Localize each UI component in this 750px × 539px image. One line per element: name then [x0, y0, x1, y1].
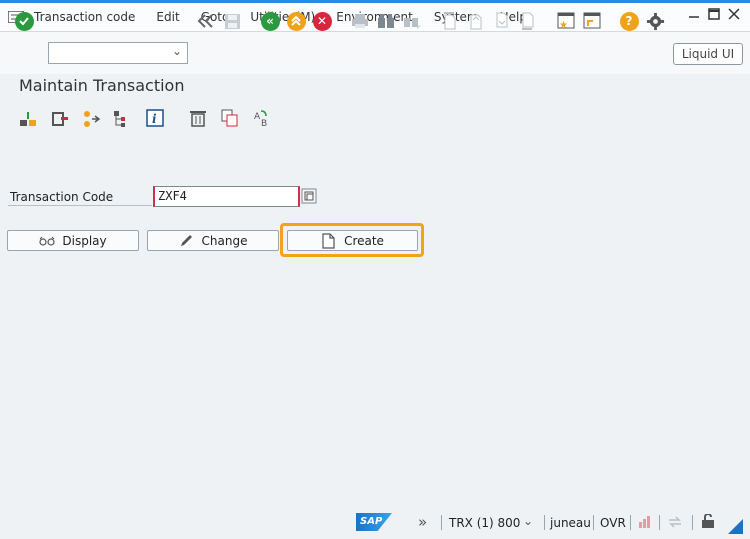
status-separator	[659, 515, 660, 530]
label-underline	[8, 205, 152, 206]
chevron-down-icon[interactable]: ⌄	[523, 514, 533, 528]
status-separator	[593, 515, 594, 530]
status-separator	[544, 515, 545, 530]
liquid-ui-button[interactable]: Liquid UI	[673, 43, 743, 65]
menu-transaction-code[interactable]: Transaction code	[34, 10, 135, 24]
svg-text:+: +	[414, 22, 421, 29]
svg-text:i: i	[152, 112, 157, 126]
status-separator	[692, 515, 693, 530]
command-input[interactable]	[52, 43, 166, 63]
hierarchy-icon[interactable]	[113, 110, 131, 128]
checkmark-icon	[14, 11, 34, 31]
command-field[interactable]: ⌄	[48, 42, 188, 64]
last-page-icon	[522, 12, 534, 30]
status-separator	[630, 515, 631, 530]
find-next-icon: +	[404, 18, 421, 29]
maximize-icon[interactable]	[708, 8, 720, 23]
shortcut-button[interactable]	[582, 11, 602, 31]
svg-text:★: ★	[559, 20, 568, 30]
where-used-icon[interactable]	[83, 110, 101, 128]
save-icon	[224, 13, 240, 29]
info-icon[interactable]: i	[146, 109, 164, 127]
next-page-icon	[496, 12, 508, 28]
insert-mode[interactable]: OVR	[600, 516, 626, 530]
system-info[interactable]: TRX (1) 800	[449, 516, 520, 530]
chevron-down-icon[interactable]: ⌄	[172, 44, 182, 58]
performance-icon	[638, 515, 652, 532]
new-session-button[interactable]: ★	[556, 11, 576, 31]
delete-icon[interactable]	[189, 109, 207, 127]
display-button-label: Display	[62, 233, 107, 248]
minimize-icon[interactable]	[688, 8, 700, 23]
expand-status-icon[interactable]: »	[418, 513, 427, 531]
display-change-icon[interactable]	[51, 110, 69, 128]
help-button[interactable]: ?	[619, 11, 639, 31]
help-icon: ?	[619, 11, 639, 31]
enter-button[interactable]	[14, 11, 34, 31]
server-name: juneau	[550, 516, 591, 530]
command-history-button[interactable]	[196, 11, 216, 31]
connection-icon	[667, 515, 683, 532]
svg-text:B: B	[261, 119, 267, 127]
menu-edit[interactable]: Edit	[156, 10, 179, 24]
change-button-label: Change	[201, 233, 248, 248]
double-chevron-left-icon	[197, 14, 213, 28]
value-help-icon[interactable]	[301, 188, 317, 204]
transaction-code-input[interactable]: ZXF4	[153, 186, 300, 207]
pencil-icon	[180, 234, 192, 246]
settings-button[interactable]	[645, 11, 665, 31]
save-button[interactable]	[222, 11, 242, 31]
cancel-icon: ✕	[312, 11, 332, 31]
change-button[interactable]: Change	[147, 230, 279, 251]
shortcut-icon	[583, 12, 601, 29]
previous-page-button[interactable]	[466, 11, 486, 31]
resize-corner-icon[interactable]	[728, 519, 743, 534]
svg-text:A: A	[254, 112, 261, 122]
previous-page-icon	[470, 14, 482, 30]
first-page-icon	[444, 12, 456, 30]
cancel-button[interactable]: ✕	[312, 11, 332, 31]
rename-icon[interactable]: AB	[253, 109, 271, 129]
last-page-button[interactable]	[518, 11, 538, 31]
glasses-icon	[39, 236, 55, 246]
back-button[interactable]: «	[260, 11, 280, 31]
copy-icon[interactable]	[221, 109, 239, 127]
exit-icon	[286, 11, 306, 31]
binoculars-icon	[378, 14, 394, 28]
transaction-code-label: Transaction Code	[10, 190, 114, 204]
print-button[interactable]	[350, 11, 370, 31]
first-page-button[interactable]	[440, 11, 460, 31]
print-icon	[352, 14, 368, 28]
back-icon: «	[260, 11, 280, 31]
find-next-button[interactable]: +	[402, 11, 422, 31]
page-title: Maintain Transaction	[19, 76, 185, 95]
lock-icon[interactable]	[701, 513, 715, 532]
new-session-icon: ★	[557, 12, 575, 30]
display-button[interactable]: Display	[7, 230, 139, 251]
create-button-highlight	[280, 223, 424, 257]
exit-button[interactable]	[286, 11, 306, 31]
other-object-icon[interactable]	[19, 110, 37, 128]
status-separator	[441, 515, 442, 530]
close-window-icon[interactable]	[728, 8, 740, 23]
next-page-button[interactable]	[492, 11, 512, 31]
gear-icon	[646, 12, 664, 30]
find-button[interactable]	[376, 11, 396, 31]
